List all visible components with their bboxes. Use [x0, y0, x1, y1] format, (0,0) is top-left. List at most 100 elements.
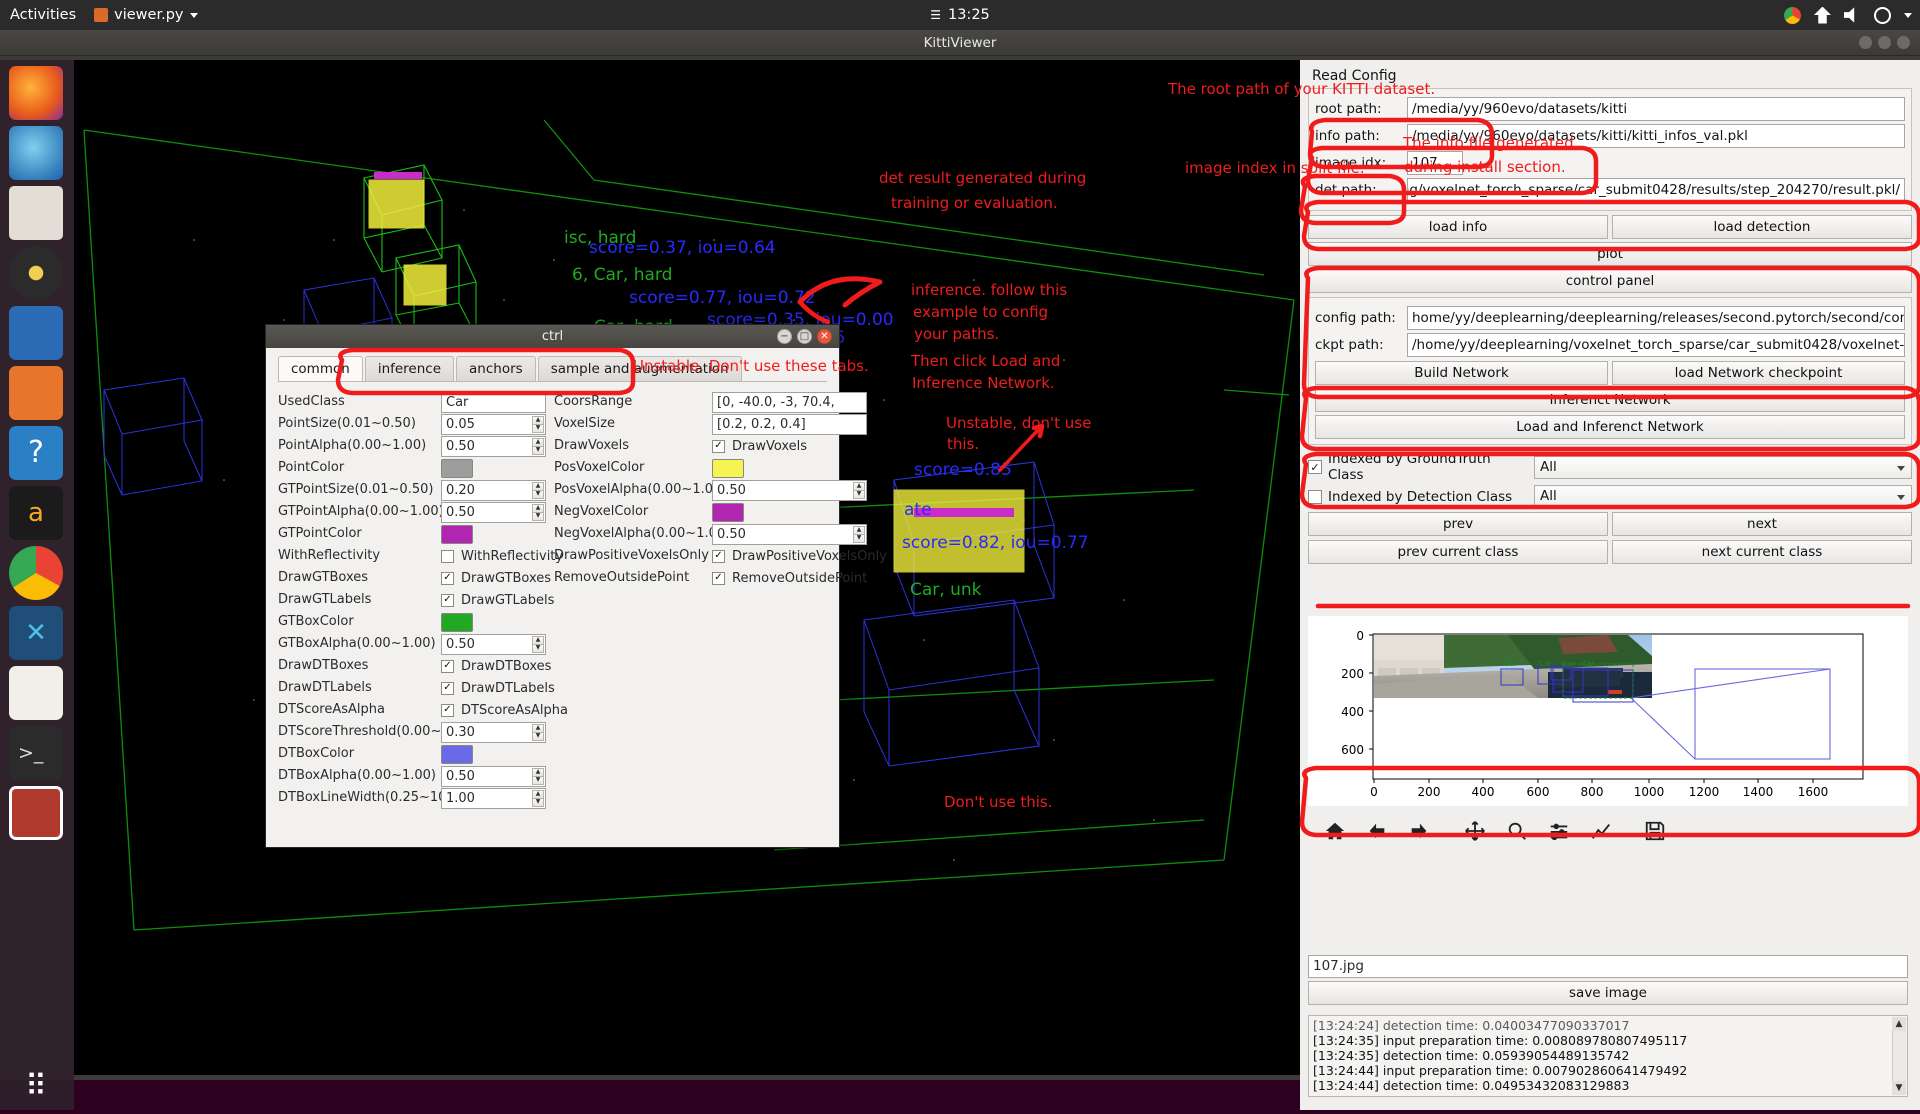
det-path-input[interactable]: /deeplearning/voxelnet_torch_sparse/car_…	[1407, 178, 1905, 202]
point-color-swatch[interactable]	[441, 459, 473, 478]
back-arrow-icon[interactable]	[1364, 818, 1390, 844]
load-info-button[interactable]: load info	[1308, 215, 1608, 239]
gt-class-checkbox[interactable]: ✓	[1308, 460, 1322, 474]
draw-gtlabels-checkbox[interactable]: ✓	[441, 594, 454, 607]
draw-dtboxes-checkbox[interactable]: ✓	[441, 660, 454, 673]
next-button[interactable]: next	[1612, 512, 1912, 536]
configure-subplots-icon[interactable]	[1546, 818, 1572, 844]
forward-arrow-icon[interactable]	[1406, 818, 1432, 844]
gtbox-color-swatch[interactable]	[441, 613, 473, 632]
gtpoint-color-swatch[interactable]	[441, 525, 473, 544]
log-output[interactable]: [13:24:24] detection time: 0.04003477090…	[1308, 1015, 1908, 1097]
spin-down-icon[interactable]: ▼	[532, 446, 544, 455]
save-image-button[interactable]: save image	[1308, 981, 1908, 1005]
ubuntu-software-icon[interactable]	[9, 366, 63, 420]
spin-down-icon[interactable]: ▼	[532, 776, 544, 785]
tab-common[interactable]: common	[278, 356, 363, 381]
control-panel-button[interactable]: control panel	[1308, 269, 1912, 293]
libreoffice-writer-icon[interactable]	[9, 306, 63, 360]
gtpoint-alpha-spinbox[interactable]: 0.50▲▼	[441, 502, 546, 523]
help-icon[interactable]: ?	[9, 426, 63, 480]
save-filename-input[interactable]: 107.jpg	[1308, 955, 1908, 978]
load-network-checkpoint-button[interactable]: load Network checkpoint	[1612, 361, 1905, 385]
point-alpha-spinbox[interactable]: 0.50▲▼	[441, 436, 546, 457]
dtscore-threshold-spinbox[interactable]: 0.30▲▼	[441, 722, 546, 743]
dtscore-as-alpha-checkbox[interactable]: ✓	[441, 704, 454, 717]
close-icon[interactable]	[1897, 36, 1910, 49]
tab-inference[interactable]: inference	[365, 356, 454, 381]
screenshot-icon[interactable]	[9, 786, 63, 840]
spin-down-icon[interactable]: ▼	[853, 534, 865, 543]
spin-down-icon[interactable]: ▼	[532, 490, 544, 499]
dtbox-color-swatch[interactable]	[441, 745, 473, 764]
spin-down-icon[interactable]: ▼	[532, 512, 544, 521]
activities-button[interactable]: Activities	[10, 7, 76, 23]
with-reflectivity-checkbox[interactable]	[441, 550, 454, 563]
chrome-icon[interactable]	[1784, 7, 1801, 24]
draw-dtlabels-checkbox[interactable]: ✓	[441, 682, 454, 695]
spin-down-icon[interactable]: ▼	[532, 732, 544, 741]
dt-class-checkbox[interactable]	[1308, 490, 1322, 504]
scroll-down-icon[interactable]: ▼	[1892, 1081, 1906, 1095]
spin-down-icon[interactable]: ▼	[853, 490, 865, 499]
neg-voxel-alpha-spinbox[interactable]: 0.50▲▼	[712, 524, 867, 545]
plot-button[interactable]: plot	[1308, 242, 1912, 266]
thunderbird-icon[interactable]	[9, 126, 63, 180]
app-menu-button[interactable]: viewer.py	[94, 7, 197, 23]
show-applications-icon[interactable]: ⠿	[9, 1060, 63, 1114]
close-icon[interactable]: ✕	[817, 329, 832, 344]
pos-voxel-color-swatch[interactable]	[712, 459, 744, 478]
gtpoint-size-spinbox[interactable]: 0.20▲▼	[441, 480, 546, 501]
minimize-icon[interactable]	[1859, 36, 1872, 49]
point-size-spinbox[interactable]: 0.05▲▼	[441, 414, 546, 435]
save-figure-icon[interactable]	[1642, 818, 1668, 844]
rhythmbox-icon[interactable]	[9, 246, 63, 300]
load-and-inference-network-button[interactable]: Load and Inferenct Network	[1315, 415, 1905, 439]
dt-class-select[interactable]: All	[1534, 485, 1912, 508]
pos-voxel-alpha-spinbox[interactable]: 0.50▲▼	[712, 480, 867, 501]
tab-anchors[interactable]: anchors	[456, 356, 536, 381]
gt-class-select[interactable]: All	[1534, 456, 1912, 479]
dtbox-line-width-spinbox[interactable]: 1.00▲▼	[441, 788, 546, 809]
terminal-icon[interactable]: >_	[9, 726, 63, 780]
used-class-input[interactable]: Car	[441, 392, 546, 413]
scroll-up-icon[interactable]: ▲	[1892, 1017, 1906, 1031]
prev-button[interactable]: prev	[1308, 512, 1608, 536]
clock-area[interactable]: ☰ 13:25	[930, 7, 990, 23]
coors-range-input[interactable]: [0, -40.0, -3, 70.4, 40.0, 1]	[712, 392, 867, 413]
volume-icon[interactable]	[1844, 7, 1861, 24]
files-icon[interactable]	[9, 186, 63, 240]
home-icon[interactable]	[1322, 818, 1348, 844]
firefox-icon[interactable]	[9, 66, 63, 120]
spin-down-icon[interactable]: ▼	[532, 798, 544, 807]
amazon-icon[interactable]: a	[9, 486, 63, 540]
voxel-size-input[interactable]: [0.2, 0.2, 0.4]	[712, 414, 867, 435]
ctrl-dialog[interactable]: ctrl − □ ✕ common inference anchors samp…	[265, 324, 840, 848]
remove-outside-point-checkbox[interactable]: ✓	[712, 572, 725, 585]
chrome-icon[interactable]	[9, 546, 63, 600]
network-icon[interactable]	[1814, 7, 1831, 24]
prev-current-class-button[interactable]: prev current class	[1308, 540, 1608, 564]
maximize-icon[interactable]: □	[797, 329, 812, 344]
load-detection-button[interactable]: load detection	[1612, 215, 1912, 239]
spin-down-icon[interactable]: ▼	[532, 424, 544, 433]
maximize-icon[interactable]	[1878, 36, 1891, 49]
dtbox-alpha-spinbox[interactable]: 0.50▲▼	[441, 766, 546, 787]
power-icon[interactable]	[1874, 7, 1891, 24]
chevron-down-icon[interactable]	[1904, 13, 1912, 18]
draw-gtboxes-checkbox[interactable]: ✓	[441, 572, 454, 585]
vscode-icon[interactable]: ✕	[9, 606, 63, 660]
spin-down-icon[interactable]: ▼	[532, 644, 544, 653]
next-current-class-button[interactable]: next current class	[1612, 540, 1912, 564]
ckpt-path-input[interactable]: /home/yy/deeplearning/voxelnet_torch_spa…	[1407, 333, 1905, 357]
neg-voxel-color-swatch[interactable]	[712, 503, 744, 522]
draw-voxels-checkbox[interactable]: ✓	[712, 440, 725, 453]
zoom-icon[interactable]	[1504, 818, 1530, 844]
text-editor-icon[interactable]	[9, 666, 63, 720]
draw-positive-voxels-only-checkbox[interactable]: ✓	[712, 550, 725, 563]
build-network-button[interactable]: Build Network	[1315, 361, 1608, 385]
pan-icon[interactable]	[1462, 818, 1488, 844]
config-path-input[interactable]: home/yy/deeplearning/deeplearning/releas…	[1407, 306, 1905, 330]
image-projection-plot[interactable]: CarCar CarCar 0 200 400 600 0 200 400 60…	[1308, 616, 1908, 806]
root-path-input[interactable]: /media/yy/960evo/datasets/kitti	[1407, 97, 1905, 121]
